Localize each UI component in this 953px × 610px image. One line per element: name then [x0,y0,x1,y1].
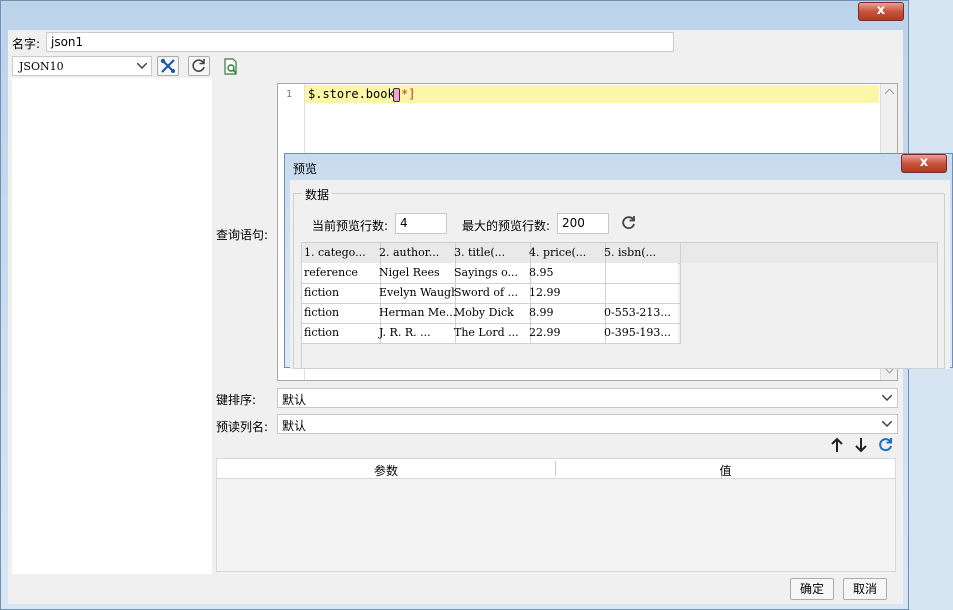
table-row-cell[interactable]: fiction [302,283,381,304]
name-label: 名字: [12,37,41,51]
grid-header-title[interactable]: 3. title(... [452,243,531,264]
line-number: 1 [286,89,293,100]
grid-header-author[interactable]: 2. author... [377,243,456,264]
table-row-cell[interactable]: 0-553-213... [602,303,681,324]
preview-group-label: 数据 [302,186,333,203]
refresh-icon[interactable] [188,56,210,76]
params-header-param[interactable]: 参数 [217,462,555,479]
table-row-cell[interactable]: J. R. R. ... [377,323,456,344]
params-refresh-icon[interactable] [878,437,894,453]
max-rows-input[interactable]: 200 [557,213,609,234]
scroll-up-icon[interactable] [885,89,894,95]
preview-col-chevron-down-icon[interactable] [882,421,892,427]
table-row-cell[interactable]: 22.99 [527,323,606,344]
key-sort-chevron-down-icon[interactable] [882,395,892,401]
preview-close-button[interactable]: x [901,154,947,173]
table-row-cell[interactable]: 8.99 [527,303,606,324]
grid-header-category[interactable]: 1. catego... [302,243,381,264]
preview-col-value: 默认 [282,419,307,433]
arrow-down-icon[interactable] [854,437,868,453]
preview-data-grid[interactable]: 1. catego... 2. author... 3. title(... 4… [301,242,938,369]
table-row-cell[interactable]: fiction [302,323,381,344]
params-table[interactable]: 参数 值 [216,458,896,572]
text-cursor [393,88,400,102]
datasource-chevron-down-icon[interactable] [133,57,151,75]
datasource-value: JSON10 [19,60,64,73]
ok-button[interactable]: 确定 [790,578,834,600]
preview-window: 预览 x 数据 当前预览行数: 4 最大的预览行数: 200 1. catego… [284,153,953,369]
table-row-cell[interactable]: The Lord ... [452,323,531,344]
table-row-cell[interactable]: 0-395-193... [602,323,681,344]
preview-col-label: 预读列名: [216,420,269,434]
current-rows-label: 当前预览行数: [312,219,389,233]
arrow-up-icon[interactable] [830,437,844,453]
datasource-select[interactable]: JSON10 [12,56,152,76]
params-header-value[interactable]: 值 [556,462,895,479]
tools-icon[interactable] [157,56,179,76]
max-rows-label: 最大的预览行数: [462,219,551,233]
grid-header-price[interactable]: 4. price(... [527,243,606,264]
table-row-cell[interactable]: 8.95 [527,263,606,284]
table-row-cell[interactable]: reference [302,263,381,284]
table-row-cell[interactable] [602,263,681,284]
main-close-button[interactable]: x [858,2,904,21]
preview-doc-icon[interactable] [222,58,240,76]
params-table-header: 参数 值 [217,459,895,479]
table-row-cell[interactable]: Moby Dick [452,303,531,324]
query-label: 查询语句: [216,228,269,242]
preview-col-select[interactable]: 默认 [277,414,898,434]
datasource-tree-panel[interactable] [12,78,212,574]
preview-client: 数据 当前预览行数: 4 最大的预览行数: 200 1. catego... 2… [290,180,950,369]
grid-header-isbn[interactable]: 5. isbn(... [602,243,681,264]
current-rows-input[interactable]: 4 [395,213,447,234]
table-row-cell[interactable]: fiction [302,303,381,324]
table-row-cell[interactable]: Nigel Rees [377,263,456,284]
table-row-cell[interactable]: Herman Me... [377,303,456,324]
editor-code: $.store.book [308,87,395,101]
table-row-cell[interactable]: Evelyn Waugh [377,283,456,304]
table-row-cell[interactable]: Sword of ... [452,283,531,304]
key-sort-value: 默认 [282,393,307,407]
name-input[interactable]: json1 [46,32,674,52]
preview-refresh-icon[interactable] [621,215,637,231]
key-sort-select[interactable]: 默认 [277,388,898,408]
cancel-button[interactable]: 取消 [843,578,887,600]
preview-title: 预览 [293,162,318,176]
table-row-cell[interactable]: 12.99 [527,283,606,304]
table-row-cell[interactable] [602,283,681,304]
editor-code-suffix: *] [401,87,416,101]
table-row-cell[interactable]: Sayings o... [452,263,531,284]
key-sort-label: 键排序: [216,393,257,407]
